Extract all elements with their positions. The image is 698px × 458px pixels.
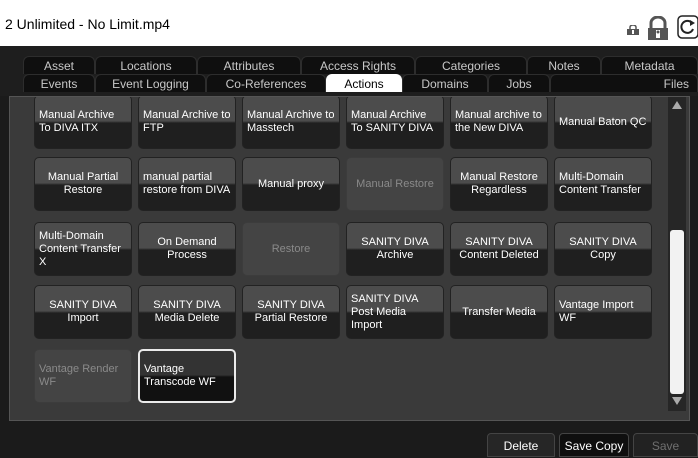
tab-metadata[interactable]: Metadata: [601, 56, 698, 74]
tab-locations[interactable]: Locations: [95, 56, 197, 74]
action-vantage-import-wf[interactable]: Vantage Import WF: [554, 285, 652, 339]
action-manual-archive-to-ftp[interactable]: Manual Archive to FTP: [138, 97, 236, 149]
action-manual-archive-to-sanity-diva[interactable]: Manual Archive To SANITY DIVA: [346, 97, 444, 149]
lock-info-small-icon[interactable]: [627, 25, 639, 35]
tab-event-logging[interactable]: Event Logging: [95, 74, 206, 92]
save-copy-button[interactable]: Save Copy: [559, 433, 629, 457]
tab-asset[interactable]: Asset: [23, 56, 95, 74]
action-manual-restore-regardless[interactable]: Manual Restore Regardless: [450, 157, 548, 211]
save-button: Save: [633, 433, 698, 457]
tab-categories[interactable]: Categories: [415, 56, 527, 74]
action-manual-archive-to-diva-itx[interactable]: Manual Archive To DIVA ITX: [34, 97, 132, 149]
scroll-up-arrow-icon[interactable]: [672, 101, 682, 109]
tab-domains[interactable]: Domains: [402, 74, 488, 92]
tab-bar: Asset Locations Attributes Access Rights…: [0, 46, 698, 96]
refresh-icon[interactable]: [677, 15, 698, 39]
action-on-demand-process[interactable]: On Demand Process: [138, 222, 236, 276]
action-manual-archive-to-masstech[interactable]: Manual Archive to Masstech: [242, 97, 340, 149]
action-vantage-transcode-wf[interactable]: Vantage Transcode WF: [138, 349, 236, 403]
tab-attributes[interactable]: Attributes: [197, 56, 301, 74]
tab-events[interactable]: Events: [23, 74, 95, 92]
action-sanity-diva-copy[interactable]: SANITY DIVA Copy: [554, 222, 652, 276]
vertical-scrollbar[interactable]: [668, 97, 686, 411]
action-sanity-diva-import[interactable]: SANITY DIVA Import: [34, 285, 132, 339]
action-transfer-media[interactable]: Transfer Media: [450, 285, 548, 339]
tab-notes[interactable]: Notes: [527, 56, 601, 74]
scroll-down-arrow-icon[interactable]: [672, 397, 682, 405]
action-manual-partial-restore[interactable]: Manual Partial Restore: [34, 157, 132, 211]
tab-access-rights[interactable]: Access Rights: [301, 56, 415, 74]
action-sanity-diva-post-media-import[interactable]: SANITY DIVA Post Media Import: [346, 285, 444, 339]
action-manual-proxy[interactable]: Manual proxy: [242, 157, 340, 211]
window-title: 2 Unlimited - No Limit.mp4: [5, 16, 170, 32]
action-multi-domain-content-transfer[interactable]: Multi-Domain Content Transfer: [554, 157, 652, 211]
tab-actions[interactable]: Actions: [326, 74, 402, 92]
lock-info-large-icon[interactable]: [644, 16, 672, 40]
tab-co-references[interactable]: Co-References: [206, 74, 326, 92]
footer-bar: Delete Save Copy Save: [0, 421, 698, 457]
action-vantage-render-wf: Vantage Render WF: [34, 349, 132, 403]
action-manual-archive-to-new-diva[interactable]: Manual archive to the New DIVA: [450, 97, 548, 149]
delete-button[interactable]: Delete: [487, 433, 555, 457]
action-sanity-diva-media-delete[interactable]: SANITY DIVA Media Delete: [138, 285, 236, 339]
action-sanity-diva-archive[interactable]: SANITY DIVA Archive: [346, 222, 444, 276]
action-sanity-diva-partial-restore[interactable]: SANITY DIVA Partial Restore: [242, 285, 340, 339]
tab-files[interactable]: Files: [550, 74, 698, 92]
action-manual-partial-restore-from-diva[interactable]: manual partial restore from DIVA: [138, 157, 236, 211]
action-manual-restore: Manual Restore: [346, 157, 444, 211]
scrollbar-thumb[interactable]: [670, 230, 684, 394]
actions-panel: Manual Archive To DIVA ITX Manual Archiv…: [9, 96, 690, 421]
action-multi-domain-content-transfer-x[interactable]: Multi-Domain Content Transfer X: [34, 222, 132, 276]
action-restore: Restore: [242, 222, 340, 276]
action-sanity-diva-content-deleted[interactable]: SANITY DIVA Content Deleted: [450, 222, 548, 276]
tab-jobs[interactable]: Jobs: [488, 74, 550, 92]
window-titlebar: 2 Unlimited - No Limit.mp4: [0, 0, 698, 46]
action-manual-baton-qc[interactable]: Manual Baton QC: [554, 97, 652, 149]
